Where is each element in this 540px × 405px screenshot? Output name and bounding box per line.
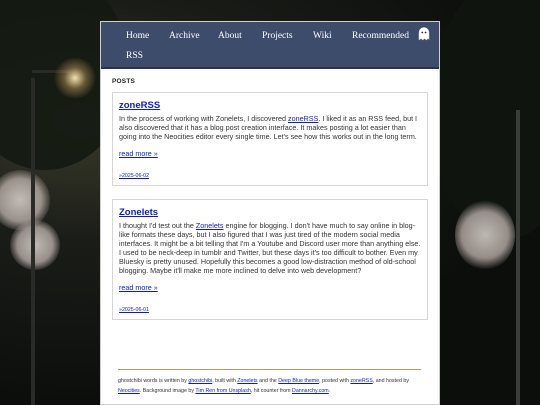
section-title: POSTS	[112, 78, 136, 85]
post-text: engine for blogging. I don't have much t…	[119, 221, 421, 275]
post-excerpt: I thought I'd test out the Zonelets engi…	[119, 221, 421, 275]
post-title-link[interactable]: zoneRSS	[119, 100, 421, 111]
read-more-link[interactable]: read more »	[119, 149, 158, 158]
post-text: In the process of working with Zonelets,…	[119, 114, 288, 123]
post-card: zoneRSS In the process of working with Z…	[112, 92, 428, 186]
footer-text: . Background image by	[139, 388, 196, 394]
post-inline-link[interactable]: zoneRSS	[288, 114, 318, 123]
post-excerpt: In the process of working with Zonelets,…	[119, 114, 421, 141]
nav-recommended-link[interactable]: Recommended	[352, 31, 409, 41]
nav-rss-link[interactable]: RSS	[126, 51, 143, 61]
footer-text: and the	[257, 378, 279, 384]
nav-home-link[interactable]: Home	[126, 31, 149, 41]
nav-wiki-link[interactable]: Wiki	[313, 31, 332, 41]
top-navigation: Home Archive About Projects Wiki Recomme…	[101, 22, 439, 69]
footer-text: , hit counter from	[250, 388, 293, 394]
nav-about-link[interactable]: About	[218, 31, 242, 41]
footer-link-zonerss[interactable]: zoneRSS	[350, 378, 372, 384]
footer-text: , built with	[212, 378, 238, 384]
footer-text: , posted with	[319, 378, 351, 384]
page-container: Home Archive About Projects Wiki Recomme…	[100, 21, 440, 405]
footer-text: .	[328, 388, 331, 394]
footer-link-author[interactable]: ghostchibi	[188, 378, 212, 384]
post-inline-link[interactable]: Zonelets	[196, 221, 224, 230]
ghost-icon[interactable]	[418, 27, 430, 41]
site-footer: ghostchibi words is written by ghostchib…	[118, 369, 421, 396]
footer-link-counter[interactable]: Dannarchy.com	[292, 388, 329, 394]
footer-text: , and hosted by	[372, 378, 409, 384]
read-more-link[interactable]: read more »	[119, 283, 158, 292]
footer-text: ghostchibi words is written by	[118, 378, 189, 384]
post-date-link[interactable]: »2025-06-02	[119, 173, 421, 179]
footer-link-neocities[interactable]: Neocities	[118, 388, 140, 394]
footer-link-zonelets[interactable]: Zonelets	[237, 378, 257, 384]
nav-archive-link[interactable]: Archive	[169, 31, 200, 41]
post-text: I thought I'd test out the	[119, 221, 196, 230]
footer-link-unsplash[interactable]: Tim Ren from Unsplash	[195, 388, 250, 394]
nav-projects-link[interactable]: Projects	[262, 31, 293, 41]
post-title-link[interactable]: Zonelets	[119, 207, 421, 218]
footer-link-theme[interactable]: Deep Blue theme	[278, 378, 319, 384]
main-content: POSTS zoneRSS In the process of working …	[101, 69, 439, 320]
post-date-link[interactable]: »2025-06-01	[119, 307, 421, 313]
post-card: Zonelets I thought I'd test out the Zone…	[112, 199, 428, 320]
